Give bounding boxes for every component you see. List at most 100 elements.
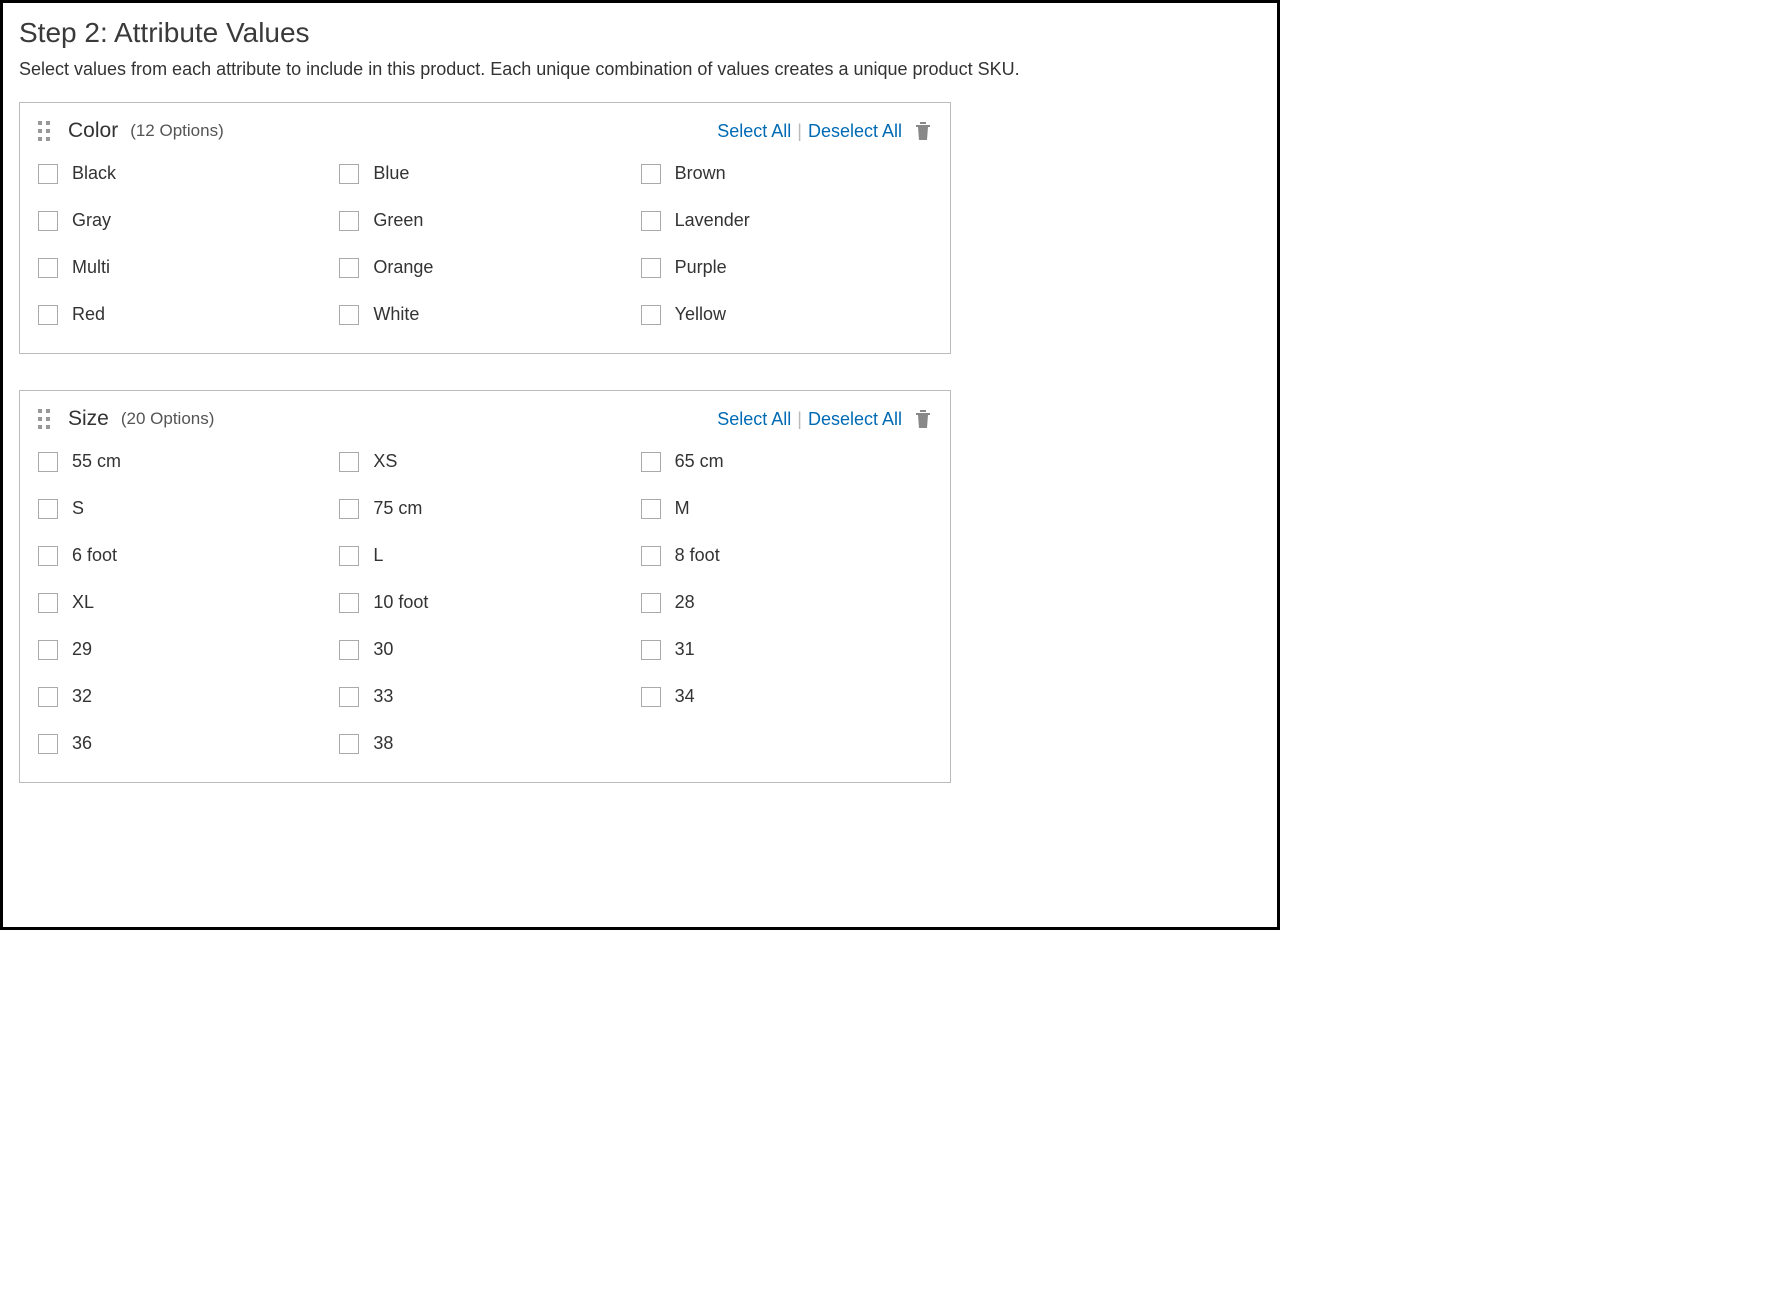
option-label: Blue — [373, 163, 409, 184]
option-label: 34 — [675, 686, 695, 707]
select-all-button[interactable]: Select All — [717, 409, 791, 430]
option-checkbox[interactable] — [38, 734, 58, 754]
trash-icon[interactable] — [914, 121, 932, 141]
option-label: Purple — [675, 257, 727, 278]
option-label: Yellow — [675, 304, 726, 325]
option-item: Orange — [339, 257, 630, 278]
option-checkbox[interactable] — [339, 499, 359, 519]
option-checkbox[interactable] — [641, 452, 661, 472]
option-checkbox[interactable] — [641, 211, 661, 231]
option-label: 30 — [373, 639, 393, 660]
drag-handle-icon[interactable] — [38, 121, 54, 141]
option-item: 6 foot — [38, 545, 329, 566]
option-checkbox[interactable] — [339, 734, 359, 754]
option-checkbox[interactable] — [339, 452, 359, 472]
option-checkbox[interactable] — [339, 211, 359, 231]
option-label: Multi — [72, 257, 110, 278]
option-item: White — [339, 304, 630, 325]
option-item: XS — [339, 451, 630, 472]
option-checkbox[interactable] — [38, 640, 58, 660]
option-label: 8 foot — [675, 545, 720, 566]
option-item: 38 — [339, 733, 630, 754]
select-all-button[interactable]: Select All — [717, 121, 791, 142]
option-item: S — [38, 498, 329, 519]
action-separator: | — [797, 409, 802, 430]
option-item: 8 foot — [641, 545, 932, 566]
option-item: Green — [339, 210, 630, 231]
deselect-all-button[interactable]: Deselect All — [808, 121, 902, 142]
option-checkbox[interactable] — [339, 164, 359, 184]
step-title: Step 2: Attribute Values — [19, 17, 1261, 49]
option-label: S — [72, 498, 84, 519]
option-checkbox[interactable] — [339, 546, 359, 566]
option-item: Blue — [339, 163, 630, 184]
option-checkbox[interactable] — [641, 593, 661, 613]
option-checkbox[interactable] — [641, 499, 661, 519]
option-item: Multi — [38, 257, 329, 278]
option-label: 32 — [72, 686, 92, 707]
attribute-name: Color — [68, 119, 118, 143]
attribute-actions: Select All | Deselect All — [717, 409, 932, 430]
option-item: 30 — [339, 639, 630, 660]
option-item: XL — [38, 592, 329, 613]
option-checkbox[interactable] — [641, 164, 661, 184]
drag-handle-icon[interactable] — [38, 409, 54, 429]
option-item: 10 foot — [339, 592, 630, 613]
option-label: Orange — [373, 257, 433, 278]
option-checkbox[interactable] — [38, 164, 58, 184]
option-label: 55 cm — [72, 451, 121, 472]
option-checkbox[interactable] — [641, 258, 661, 278]
option-item: 36 — [38, 733, 329, 754]
trash-icon[interactable] — [914, 409, 932, 429]
option-label: 29 — [72, 639, 92, 660]
option-item: Red — [38, 304, 329, 325]
option-checkbox[interactable] — [38, 211, 58, 231]
option-label: 10 foot — [373, 592, 428, 613]
options-grid: 55 cm XS 65 cm S 75 cm M 6 foot — [38, 451, 932, 754]
option-item: 65 cm — [641, 451, 932, 472]
option-item: 55 cm — [38, 451, 329, 472]
option-label: 33 — [373, 686, 393, 707]
option-checkbox[interactable] — [339, 593, 359, 613]
option-checkbox[interactable] — [339, 258, 359, 278]
option-checkbox[interactable] — [641, 640, 661, 660]
option-item: 34 — [641, 686, 932, 707]
option-label: 65 cm — [675, 451, 724, 472]
option-item: Black — [38, 163, 329, 184]
option-checkbox[interactable] — [38, 452, 58, 472]
attribute-name: Size — [68, 407, 109, 431]
option-checkbox[interactable] — [38, 687, 58, 707]
option-checkbox[interactable] — [339, 305, 359, 325]
option-checkbox[interactable] — [339, 640, 359, 660]
option-item: 31 — [641, 639, 932, 660]
attribute-option-count: (12 Options) — [130, 121, 224, 141]
option-label: XL — [72, 592, 94, 613]
attribute-actions: Select All | Deselect All — [717, 121, 932, 142]
option-label: Gray — [72, 210, 111, 231]
option-checkbox[interactable] — [38, 593, 58, 613]
step-frame: Step 2: Attribute Values Select values f… — [0, 0, 1280, 930]
option-checkbox[interactable] — [38, 258, 58, 278]
option-checkbox[interactable] — [38, 305, 58, 325]
option-label: Brown — [675, 163, 726, 184]
option-item: 33 — [339, 686, 630, 707]
option-item: Yellow — [641, 304, 932, 325]
option-label: Lavender — [675, 210, 750, 231]
option-label: 31 — [675, 639, 695, 660]
option-checkbox[interactable] — [641, 687, 661, 707]
option-item: Gray — [38, 210, 329, 231]
option-item: Lavender — [641, 210, 932, 231]
attribute-panel: Color (12 Options) Select All | Deselect… — [19, 102, 951, 354]
option-item: M — [641, 498, 932, 519]
option-label: Black — [72, 163, 116, 184]
option-checkbox[interactable] — [38, 499, 58, 519]
option-checkbox[interactable] — [38, 546, 58, 566]
option-checkbox[interactable] — [641, 546, 661, 566]
option-item: 28 — [641, 592, 932, 613]
option-checkbox[interactable] — [339, 687, 359, 707]
attribute-panel: Size (20 Options) Select All | Deselect … — [19, 390, 951, 783]
deselect-all-button[interactable]: Deselect All — [808, 409, 902, 430]
option-checkbox[interactable] — [641, 305, 661, 325]
option-label: 6 foot — [72, 545, 117, 566]
option-label: Red — [72, 304, 105, 325]
